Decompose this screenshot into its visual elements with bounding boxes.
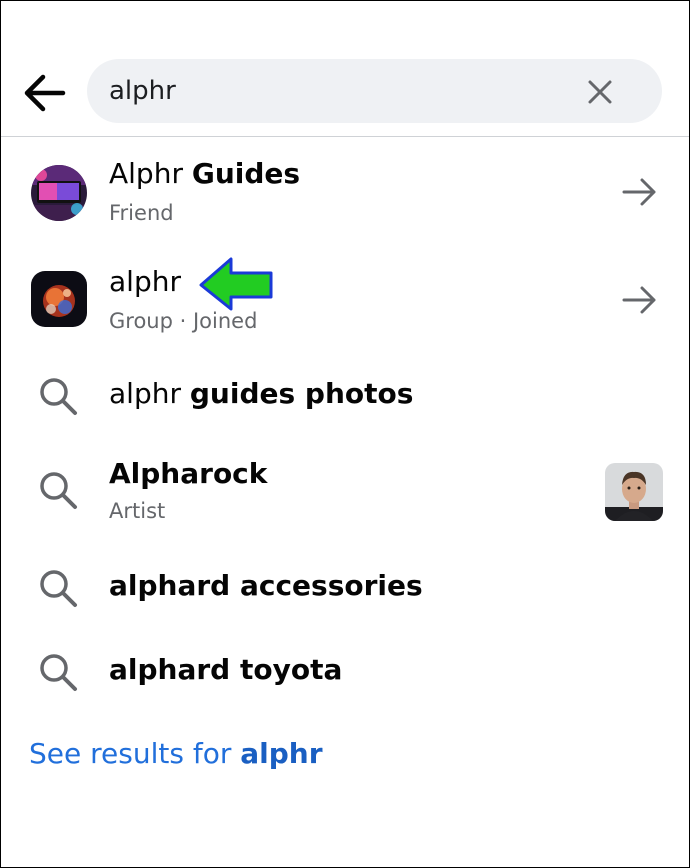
open-result-button[interactable] bbox=[621, 177, 659, 207]
result-title: Alphr Guides bbox=[109, 157, 301, 190]
result-subtitle: Friend bbox=[109, 201, 174, 225]
back-button[interactable] bbox=[19, 71, 69, 115]
close-icon bbox=[588, 80, 612, 104]
suggestion-alphr-guides-photos[interactable]: alphr guides photos bbox=[1, 369, 689, 429]
search-screen: Alphr Guides Friend alphr Group · Joined bbox=[0, 0, 690, 868]
search-icon bbox=[40, 570, 77, 607]
annotation-arrow-icon bbox=[199, 257, 273, 311]
search-input[interactable] bbox=[109, 71, 569, 111]
suggestion-alphard-accessories[interactable]: alphard accessories bbox=[1, 561, 689, 621]
suggestion-alphard-toyota[interactable]: alphard toyota bbox=[1, 645, 689, 705]
result-title: Alpharock bbox=[109, 457, 268, 490]
header-divider bbox=[1, 136, 689, 137]
search-header bbox=[1, 1, 689, 136]
suggestion-alpharock[interactable]: Alpharock Artist bbox=[1, 451, 689, 537]
search-icon bbox=[40, 378, 77, 415]
open-result-button[interactable] bbox=[621, 285, 659, 315]
suggestion-text: alphard toyota bbox=[109, 653, 343, 686]
profile-avatar bbox=[31, 165, 87, 221]
artist-thumbnail bbox=[605, 463, 663, 521]
search-icon bbox=[40, 654, 77, 691]
result-alphr-group[interactable]: alphr Group · Joined bbox=[1, 259, 689, 345]
result-subtitle: Artist bbox=[109, 499, 166, 523]
result-title: alphr bbox=[109, 265, 181, 298]
clear-search-button[interactable] bbox=[585, 77, 615, 107]
suggestion-text: alphr guides photos bbox=[109, 377, 414, 410]
right-arrow-icon bbox=[622, 286, 656, 314]
search-icon bbox=[40, 472, 77, 509]
suggestion-text: alphard accessories bbox=[109, 569, 423, 602]
result-alphr-guides[interactable]: Alphr Guides Friend bbox=[1, 151, 689, 237]
search-bar bbox=[87, 59, 662, 123]
right-arrow-icon bbox=[622, 178, 656, 206]
group-avatar bbox=[31, 271, 87, 327]
back-arrow-icon bbox=[24, 74, 66, 112]
see-results-link[interactable]: See results for alphr bbox=[29, 737, 323, 770]
